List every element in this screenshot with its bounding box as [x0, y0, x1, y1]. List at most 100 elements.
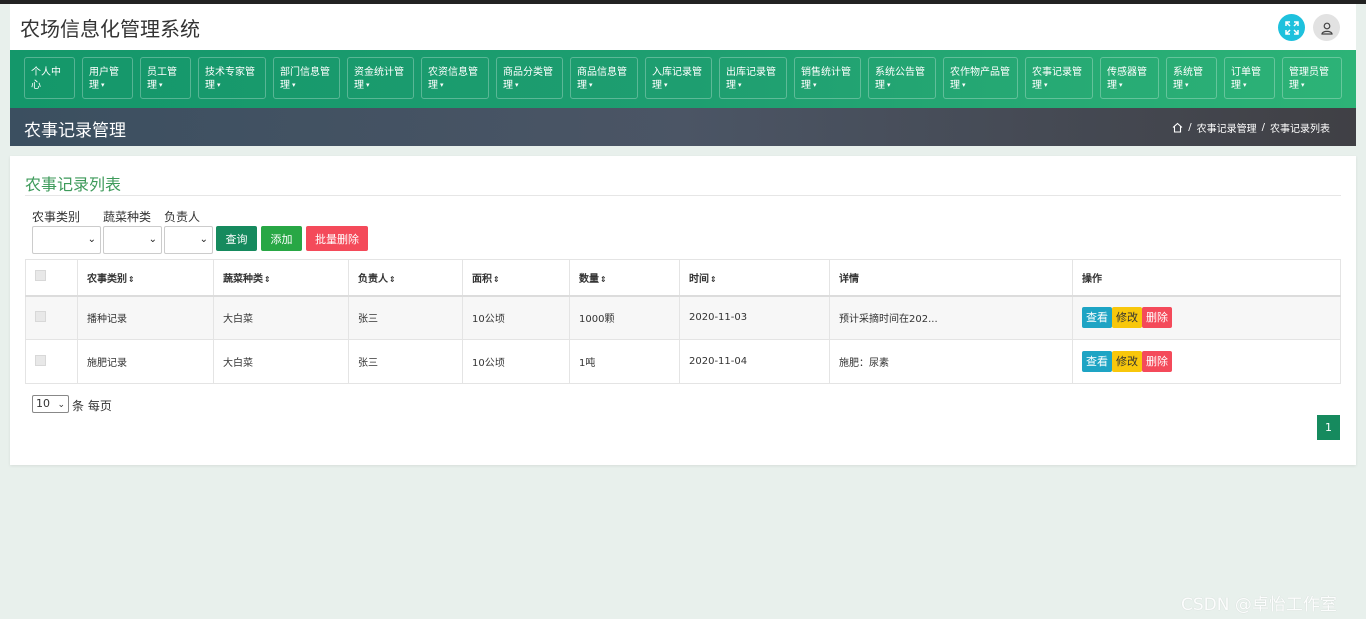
caret-down-icon: ▾ [292, 81, 296, 89]
nav-item-departments[interactable]: 部门信息管理 ▾ [273, 57, 340, 99]
table-row: 播种记录 大白菜 张三 10公顷 1000颗 2020-11-03 预计采摘时间… [25, 295, 1341, 340]
nav-item-admins[interactable]: 管理员管理 ▾ [1282, 57, 1342, 99]
records-table: 农事类别⇕ 蔬菜种类⇕ 负责人⇕ 面积⇕ 数量⇕ 时间⇕ 详情 操作 播种记录 … [25, 259, 1341, 384]
table-cell: 预计采摘时间在202... [829, 295, 1073, 340]
nav-item-outbound[interactable]: 出库记录管理 ▾ [719, 57, 787, 99]
select-all-checkbox[interactable] [35, 270, 46, 282]
actions-cell: 查看 修改 删除 [1072, 339, 1341, 384]
column-header-label: 蔬菜种类 [223, 273, 263, 285]
row-checkbox[interactable] [35, 354, 46, 366]
card-title: 农事记录列表 [25, 175, 122, 194]
edit-button[interactable]: 修改 [1112, 307, 1142, 329]
column-header[interactable]: 农事类别⇕ [77, 259, 214, 297]
nav-item-funds[interactable]: 资金统计管理 ▾ [347, 57, 414, 99]
table-cell: 2020-11-04 [679, 339, 830, 384]
table-cell: 施肥记录 [77, 339, 214, 384]
breadcrumb-separator: / [1188, 122, 1192, 133]
nav-item-farming-records[interactable]: 农事记录管理 ▾ [1025, 57, 1093, 99]
table-header-row: 农事类别⇕ 蔬菜种类⇕ 负责人⇕ 面积⇕ 数量⇕ 时间⇕ 详情 操作 [25, 259, 1341, 297]
nav-item-orders[interactable]: 订单管理 ▾ [1224, 57, 1275, 99]
home-icon[interactable] [1172, 122, 1183, 133]
column-header: 操作 [1072, 259, 1341, 297]
column-header-label: 操作 [1082, 273, 1102, 285]
table-row: 施肥记录 大白菜 张三 10公顷 1吨 2020-11-04 施肥：尿素 查看修… [25, 339, 1341, 384]
nav-item-products[interactable]: 商品信息管理 ▾ [570, 57, 638, 99]
watermark: CSDN @卓怡工作室 [1181, 595, 1337, 615]
row-select-cell [25, 339, 78, 384]
nav-item-system[interactable]: 系统管理 ▾ [1166, 57, 1217, 99]
caret-down-icon: ▾ [1243, 81, 1247, 89]
fullscreen-button[interactable] [1278, 14, 1305, 41]
column-header-label: 数量 [579, 273, 599, 285]
nav-item-employees[interactable]: 员工管理 ▾ [140, 57, 191, 99]
main-nav: 个人中心 用户管理 ▾ 员工管理 ▾ 技术专家管理 ▾ 部门信息管理 ▾ 资金统计管理 ▾… [10, 50, 1356, 108]
vegetable-select[interactable]: ⌄ [103, 226, 162, 254]
add-button[interactable]: 添加 [261, 226, 302, 251]
caret-down-icon: ▾ [589, 81, 593, 89]
edit-button[interactable]: 修改 [1112, 351, 1142, 372]
column-header[interactable]: 面积⇕ [462, 259, 570, 297]
table-cell: 张三 [348, 295, 463, 340]
user-icon [1320, 22, 1333, 35]
nav-item-farm-supplies[interactable]: 农资信息管理 ▾ [421, 57, 489, 99]
breadcrumb-item[interactable]: 农事记录管理 [1197, 120, 1257, 135]
nav-item-sensors[interactable]: 传感器管理 ▾ [1100, 57, 1159, 99]
nav-item-label: 技术专家管理 [205, 67, 255, 91]
column-header[interactable]: 数量⇕ [569, 259, 680, 297]
sort-icon: ⇕ [493, 274, 500, 284]
chevron-down-icon: ⌄ [199, 234, 208, 245]
nav-item-label: 销售统计管理 [801, 67, 851, 91]
nav-item-product-categories[interactable]: 商品分类管理 ▾ [496, 57, 563, 99]
view-button[interactable]: 查看 [1082, 351, 1112, 372]
batch-delete-button[interactable]: 批量删除 [306, 226, 368, 251]
pagination-page-1[interactable]: 1 [1317, 415, 1340, 440]
table-cell: 2020-11-03 [679, 295, 830, 340]
caret-down-icon: ▾ [962, 81, 966, 89]
caret-down-icon: ▾ [1301, 81, 1305, 89]
header: 农场信息化管理系统 [10, 4, 1356, 50]
row-checkbox[interactable] [35, 310, 46, 322]
nav-item-crop-products[interactable]: 农作物产品管理 ▾ [943, 57, 1018, 99]
category-select[interactable]: ⌄ [32, 226, 101, 254]
table-cell: 10公顷 [462, 295, 570, 340]
caret-down-icon: ▾ [887, 81, 891, 89]
column-header[interactable]: 负责人⇕ [348, 259, 463, 297]
column-header-label: 面积 [472, 273, 492, 285]
caret-down-icon: ▾ [366, 81, 370, 89]
nav-item-label: 商品分类管理 [503, 67, 553, 91]
nav-item-inbound[interactable]: 入库记录管理 ▾ [645, 57, 712, 99]
nav-item-label: 商品信息管理 [577, 67, 627, 91]
view-button[interactable]: 查看 [1082, 307, 1112, 329]
sort-icon: ⇕ [600, 274, 607, 284]
nav-item-label: 入库记录管理 [652, 67, 702, 91]
query-button[interactable]: 查询 [216, 226, 257, 251]
caret-down-icon: ▾ [440, 81, 444, 89]
page-size-select[interactable]: 10 ⌄ [32, 395, 69, 413]
table-cell: 大白菜 [213, 295, 349, 340]
table-cell: 1吨 [569, 339, 680, 384]
table-cell: 10公顷 [462, 339, 570, 384]
caret-down-icon: ▾ [813, 81, 817, 89]
chevron-down-icon: ⌄ [57, 400, 65, 410]
nav-item-users[interactable]: 用户管理 ▾ [82, 57, 133, 99]
nav-item-label: 个人中心 [31, 67, 61, 91]
nav-item-label: 系统公告管理 [875, 67, 925, 91]
nav-item-experts[interactable]: 技术专家管理 ▾ [198, 57, 266, 99]
column-header[interactable]: 蔬菜种类⇕ [213, 259, 349, 297]
breadcrumb-item: 农事记录列表 [1270, 124, 1330, 135]
delete-button[interactable]: 删除 [1142, 307, 1172, 329]
sort-icon: ⇕ [128, 274, 135, 284]
owner-select[interactable]: ⌄ [164, 226, 213, 254]
nav-item-label: 农作物产品管理 [950, 67, 1010, 91]
breadcrumb-separator: / [1261, 122, 1265, 133]
delete-button[interactable]: 删除 [1142, 351, 1172, 372]
caret-down-icon: ▾ [101, 81, 105, 89]
user-button[interactable] [1313, 14, 1340, 41]
nav-item-personal-center[interactable]: 个人中心 [24, 57, 75, 99]
column-header[interactable]: 时间⇕ [679, 259, 830, 297]
nav-item-announcements[interactable]: 系统公告管理 ▾ [868, 57, 936, 99]
sort-icon: ⇕ [710, 274, 717, 284]
nav-item-label: 农资信息管理 [428, 67, 478, 91]
nav-item-sales-stats[interactable]: 销售统计管理 ▾ [794, 57, 861, 99]
chevron-down-icon: ⌄ [148, 234, 157, 245]
